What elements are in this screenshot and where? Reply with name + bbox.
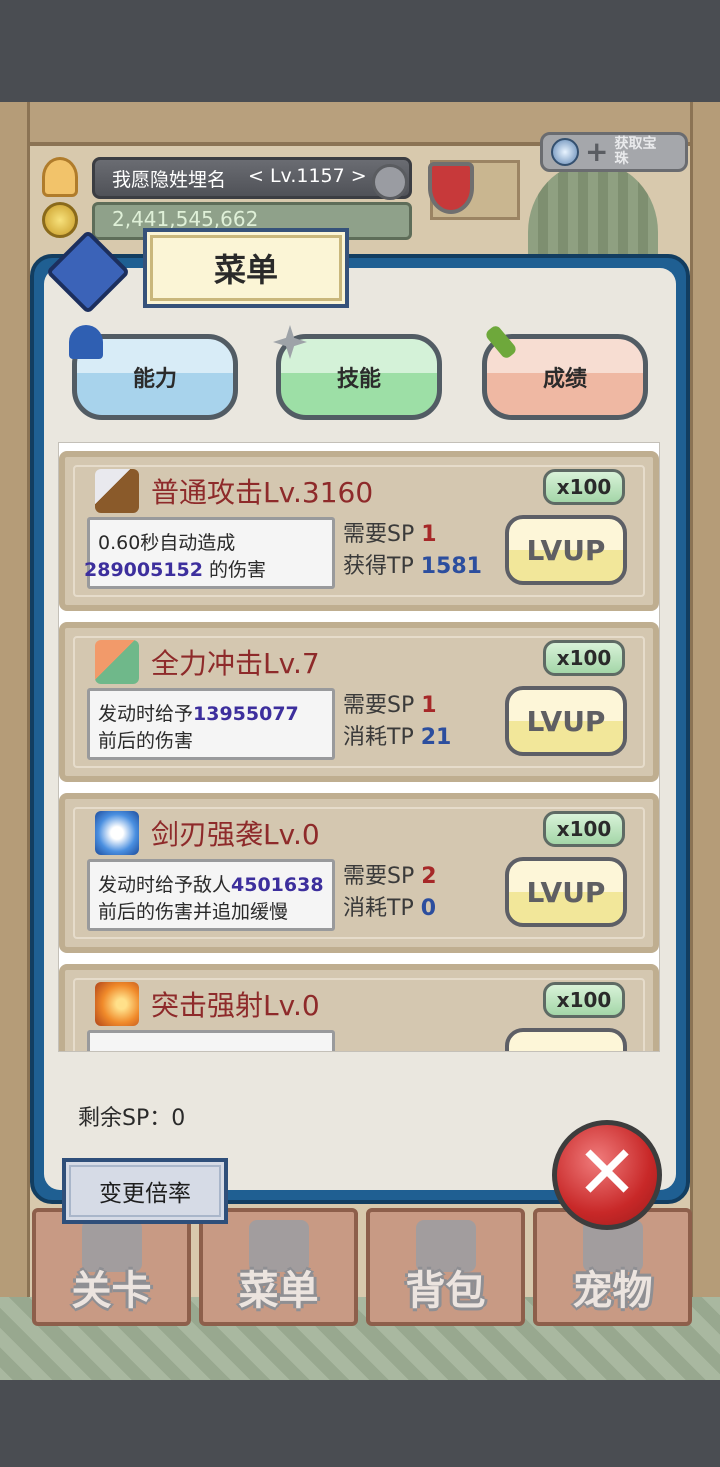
skill-name: 普通攻击Lv.3160	[151, 476, 374, 509]
fire-arrow-icon	[95, 982, 139, 1026]
desc-suffix: 的伤害	[202, 559, 267, 581]
left-pillar	[0, 102, 30, 1302]
multiplier-button[interactable]: x100	[543, 469, 625, 505]
player-avatar-icon[interactable]	[42, 157, 78, 197]
close-icon: ✕	[575, 1130, 638, 1216]
sp-cost: 需要SP 1	[343, 519, 482, 551]
get-gems-label: 获取宝珠	[614, 136, 657, 167]
gold-coin-icon	[42, 202, 78, 238]
nav-tab-label: 关卡	[71, 1268, 152, 1314]
lvup-button[interactable]: LVUP	[505, 857, 627, 927]
sp-label: 需要SP	[343, 864, 422, 889]
gem-orb-icon	[551, 138, 579, 166]
tab-ability[interactable]: 能力	[69, 325, 238, 420]
tp-cost: 消耗TP 21	[343, 722, 451, 754]
tab-label: 成绩	[542, 367, 587, 392]
player-level: < Lv.1157 >	[248, 165, 367, 187]
tab-skill[interactable]: 技能	[273, 325, 442, 420]
desc-prefix: 发动时给予敌人	[98, 874, 232, 896]
desc-prefix: 发动时给予	[98, 703, 194, 725]
tp-value: 1581	[420, 554, 482, 579]
damage-value: 289005152	[84, 559, 203, 581]
tab-label: 技能	[336, 367, 381, 392]
multiplier-button[interactable]: x100	[543, 640, 625, 676]
skill-card-full-strike: 全力冲击Lv.7 x100 发动时给予13955077 前后的伤害 需要SP 1…	[59, 622, 659, 782]
sp-value: 1	[421, 522, 437, 547]
multiplier-button[interactable]: x100	[543, 982, 625, 1018]
change-rate-button[interactable]: 变更倍率	[62, 1158, 228, 1224]
sword-icon	[95, 469, 139, 513]
desc-line: 前后的伤害	[98, 730, 194, 752]
desc-line: 发动时给予敌人4501638	[98, 872, 324, 899]
skill-description	[87, 1030, 335, 1051]
damage-value: 13955077	[193, 703, 299, 725]
desc-line: 发动时给予13955077	[98, 701, 324, 728]
skill-card-blade-assault: 剑刃强袭Lv.0 x100 发动时给予敌人4501638 前后的伤害并追加缓慢 …	[59, 793, 659, 953]
nav-tab-label: 菜单	[238, 1268, 319, 1314]
sp-cost: 需要SP 2	[343, 861, 437, 893]
desc-line: 0.60秒自动造成	[98, 532, 236, 554]
nav-tab-menu[interactable]: 菜单	[199, 1208, 358, 1326]
person-plus-icon	[69, 325, 103, 359]
skill-description: 发动时给予敌人4501638 前后的伤害并追加缓慢	[87, 859, 335, 931]
skill-card-charge-shot: 突击强射Lv.0 x100 LVUP	[59, 964, 659, 1051]
get-gems-button[interactable]: + 获取宝珠	[540, 132, 688, 172]
sp-cost: 需要SP 1	[343, 690, 451, 722]
multiplier-button[interactable]: x100	[543, 811, 625, 847]
sp-value: 1	[421, 693, 437, 718]
power-icon[interactable]	[372, 164, 408, 200]
slash-sword-icon	[95, 640, 139, 684]
player-name: 我愿隐姓埋名	[112, 169, 227, 191]
tp-label: 获得TP	[343, 554, 421, 579]
tp-label: 消耗TP	[343, 725, 421, 750]
skill-description: 发动时给予13955077 前后的伤害	[87, 688, 335, 760]
skill-stats: 需要SP 2 消耗TP 0	[343, 861, 437, 925]
blade-burst-icon	[95, 811, 139, 855]
desc-line: 289005152 的伤害	[84, 557, 324, 584]
lvup-button[interactable]: LVUP	[505, 1028, 627, 1051]
tp-gain: 获得TP 1581	[343, 551, 482, 583]
sp-value: 2	[421, 864, 437, 889]
skill-name: 全力冲击Lv.7	[151, 647, 320, 680]
popup-title: 菜单	[143, 228, 349, 308]
tp-value: 0	[420, 896, 437, 921]
skill-card-normal-attack: 普通攻击Lv.3160 x100 0.60秒自动造成 289005152 的伤害…	[59, 451, 659, 611]
sp-label: 需要SP	[343, 693, 422, 718]
lvup-button[interactable]: LVUP	[505, 515, 627, 585]
sp-remaining: 剩余SP：0	[78, 1106, 186, 1131]
skill-name: 突击强射Lv.0	[151, 989, 320, 1022]
nav-tab-backpack[interactable]: 背包	[366, 1208, 525, 1326]
nav-tab-label: 宠物	[572, 1268, 653, 1314]
skill-description: 0.60秒自动造成 289005152 的伤害	[84, 517, 335, 589]
lvup-button[interactable]: LVUP	[505, 686, 627, 756]
tp-cost: 消耗TP 0	[343, 893, 437, 925]
skill-stats: 需要SP 1 消耗TP 21	[343, 690, 451, 754]
skill-list[interactable]: 普通攻击Lv.3160 x100 0.60秒自动造成 289005152 的伤害…	[58, 442, 660, 1052]
tab-label: 能力	[132, 367, 177, 392]
skill-name: 剑刃强袭Lv.0	[151, 818, 320, 851]
close-button[interactable]: ✕	[552, 1120, 662, 1230]
nav-tab-label: 背包	[405, 1268, 486, 1314]
damage-value: 4501638	[231, 874, 324, 896]
sp-label: 需要SP	[343, 522, 422, 547]
tp-value: 21	[420, 725, 452, 750]
plus-icon: +	[585, 135, 609, 168]
skill-stats: 需要SP 1 获得TP 1581	[343, 519, 482, 583]
shield-icon[interactable]	[428, 162, 474, 214]
tp-label: 消耗TP	[343, 896, 421, 921]
nav-tab-stage[interactable]: 关卡	[32, 1208, 191, 1326]
right-pillar	[690, 102, 720, 1302]
tab-record[interactable]: 成绩	[482, 323, 648, 420]
desc-line: 前后的伤害并追加缓慢	[98, 901, 289, 923]
